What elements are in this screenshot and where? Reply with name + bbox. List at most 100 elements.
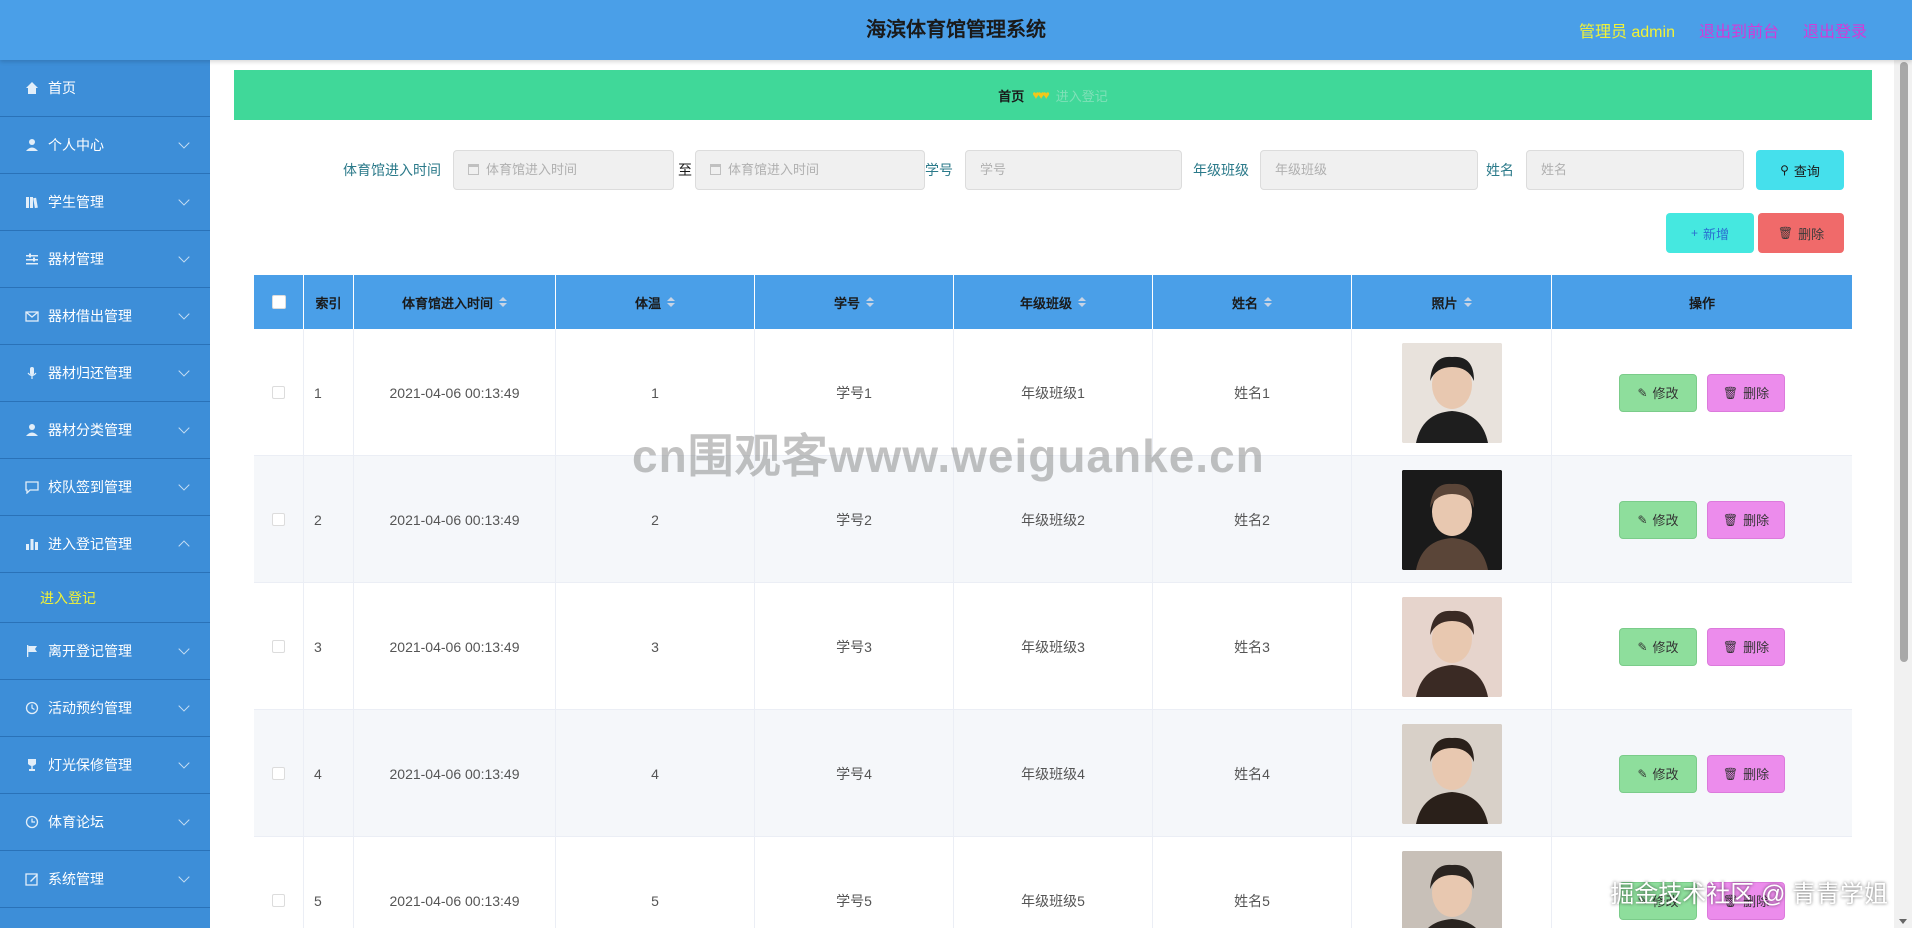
delete-button[interactable]: 🗑 删除 [1707, 373, 1785, 412]
sidebar-item-students[interactable]: 学生管理 [0, 174, 210, 231]
sidebar-item-team-signin[interactable]: 校队签到管理 [0, 459, 210, 516]
edit-button[interactable]: ✎ 修改 [1619, 373, 1697, 412]
search-bar: 体育馆进入时间 体育馆进入时间 至 体育馆进入时间 学号 学号 年级班级 年级班… [210, 150, 1894, 190]
sidebar-item-label: 灯光保修管理 [48, 757, 132, 773]
row-checkbox[interactable] [272, 386, 285, 399]
calendar-icon [468, 164, 479, 175]
sidebar-subitem-entry-registration[interactable]: 进入登记 [0, 573, 210, 623]
heart-icon: ♥♥♥ [1032, 88, 1049, 102]
row-photo-cell [1352, 710, 1552, 837]
trash-icon: 🗑 [1722, 385, 1739, 400]
sidebar-item-exit-registration[interactable]: 离开登记管理 [0, 623, 210, 680]
student-photo[interactable] [1401, 596, 1502, 697]
chevron-down-icon [178, 422, 190, 434]
top-header: 海滨体育馆管理系统 管理员 admin 退出到前台 退出登录 [0, 0, 1912, 60]
user-icon [24, 422, 40, 438]
logout-link[interactable]: 退出登录 [1803, 18, 1867, 42]
entry-time-start-input[interactable]: 体育馆进入时间 [453, 150, 674, 190]
header-class[interactable]: 年级班级 [954, 275, 1153, 329]
name-input[interactable]: 姓名 [1526, 150, 1744, 190]
delete-button[interactable]: 🗑 删除 [1707, 754, 1785, 793]
sort-icon[interactable] [499, 297, 507, 307]
edit-button[interactable]: ✎ 修改 [1619, 754, 1697, 793]
breadcrumb: 首页 ♥♥♥ 进入登记 [234, 70, 1872, 120]
row-select-cell [254, 710, 304, 837]
sidebar-item-home[interactable]: 首页 [0, 60, 210, 117]
back-to-front-link[interactable]: 退出到前台 [1699, 18, 1779, 42]
class-input[interactable]: 年级班级 [1260, 150, 1478, 190]
header-temperature[interactable]: 体温 [556, 275, 755, 329]
class-placeholder: 年级班级 [1275, 162, 1328, 177]
book-icon [24, 194, 40, 210]
row-entry-time: 2021-04-06 00:13:49 [354, 837, 556, 928]
entry-time-label: 体育馆进入时间 [343, 162, 441, 178]
sidebar-item-label: 系统管理 [48, 871, 104, 887]
header-entry-time-label: 体育馆进入时间 [401, 295, 493, 311]
sidebar-item-label: 校队签到管理 [48, 479, 132, 495]
corner-watermark: 掘金技术社区 @ 青青学姐 [1610, 881, 1888, 908]
chevron-down-icon [178, 814, 190, 826]
pencil-icon: ✎ [1637, 512, 1648, 527]
chat-icon [24, 479, 40, 495]
trash-icon: 🗑 [1722, 639, 1739, 654]
pencil-icon: ✎ [1637, 766, 1648, 781]
sidebar-item-sports-forum[interactable]: 体育论坛 [0, 794, 210, 851]
row-actions-cell: ✎ 修改 🗑 删除 [1552, 583, 1852, 710]
sidebar-item-personal-center[interactable]: 个人中心 [0, 117, 210, 174]
add-button[interactable]: + 新增 [1666, 213, 1754, 253]
edit-button[interactable]: ✎ 修改 [1619, 627, 1697, 666]
chevron-down-icon [178, 643, 190, 655]
sidebar-item-entry-registration[interactable]: 进入登记管理 [0, 516, 210, 573]
sidebar-item-lighting-repair[interactable]: 灯光保修管理 [0, 737, 210, 794]
query-button[interactable]: ⚲ 查询 [1756, 150, 1844, 190]
header-photo[interactable]: 照片 [1352, 275, 1552, 329]
sort-icon[interactable] [1264, 297, 1272, 307]
scroll-down-arrow-icon[interactable] [1899, 919, 1907, 924]
entry-time-end-input[interactable]: 体育馆进入时间 [695, 150, 925, 190]
chevron-down-icon [178, 757, 190, 769]
delete-button[interactable]: 🗑 删除 [1707, 500, 1785, 539]
row-checkbox[interactable] [272, 767, 285, 780]
scrollbar-thumb[interactable] [1900, 62, 1908, 662]
trash-icon: 🗑 [1777, 226, 1794, 240]
sort-icon[interactable] [1463, 297, 1472, 307]
header-class-label: 年级班级 [1019, 295, 1072, 311]
sidebar-item-equipment-category[interactable]: 器材分类管理 [0, 402, 210, 459]
sidebar-item-label: 器材分类管理 [48, 422, 132, 438]
sort-icon[interactable] [866, 297, 874, 307]
row-checkbox[interactable] [272, 640, 285, 653]
sidebar-item-system[interactable]: 系统管理 [0, 851, 210, 908]
sidebar-item-equipment-lending[interactable]: 器材借出管理 [0, 288, 210, 345]
sort-icon[interactable] [1078, 297, 1086, 307]
delete-button[interactable]: 🗑 删除 [1707, 627, 1785, 666]
row-entry-time: 2021-04-06 00:13:49 [354, 710, 556, 837]
header-student-no[interactable]: 学号 [755, 275, 954, 329]
header-name[interactable]: 姓名 [1153, 275, 1352, 329]
student-photo[interactable] [1401, 469, 1502, 570]
edit-button[interactable]: ✎ 修改 [1619, 500, 1697, 539]
student-photo[interactable] [1401, 342, 1502, 443]
chevron-down-icon [178, 308, 190, 320]
flag-icon [24, 643, 40, 659]
sidebar-item-equipment[interactable]: 器材管理 [0, 231, 210, 288]
header-select-all[interactable] [254, 275, 304, 329]
row-actions-cell: ✎ 修改 🗑 删除 [1552, 329, 1852, 456]
batch-delete-button[interactable]: 🗑 删除 [1758, 213, 1844, 253]
header-entry-time[interactable]: 体育馆进入时间 [354, 275, 556, 329]
student-photo[interactable] [1401, 723, 1502, 824]
sidebar-item-activity-booking[interactable]: 活动预约管理 [0, 680, 210, 737]
row-checkbox[interactable] [272, 513, 285, 526]
header-actions: 管理员 admin 退出到前台 退出登录 [1579, 0, 1867, 60]
sidebar-item-label: 器材归还管理 [48, 365, 132, 381]
row-temperature: 4 [556, 710, 755, 837]
row-checkbox[interactable] [272, 894, 285, 907]
sidebar-item-equipment-return[interactable]: 器材归还管理 [0, 345, 210, 402]
breadcrumb-home[interactable]: 首页 [998, 86, 1024, 105]
chevron-down-icon [178, 700, 190, 712]
select-all-checkbox[interactable] [271, 295, 286, 309]
student-photo[interactable] [1401, 850, 1502, 928]
sort-icon[interactable] [667, 297, 675, 307]
class-label: 年级班级 [1193, 162, 1249, 178]
admin-label: 管理员 admin [1578, 24, 1675, 41]
student-no-input[interactable]: 学号 [965, 150, 1182, 190]
